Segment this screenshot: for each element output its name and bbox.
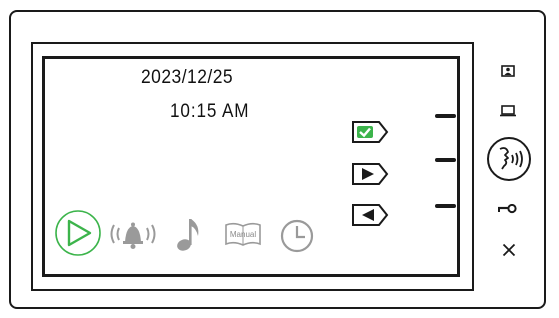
display-screen: 2023/12/25 10:15 AM Manual [42,56,460,277]
manual-book-icon: Manual [225,222,261,246]
manual-menu-item[interactable]: Manual [223,221,263,249]
softkey-button-2[interactable] [435,158,456,162]
camera-monitor-icon [501,65,515,77]
monitor-icon [500,105,516,117]
confirm-softkey-label[interactable] [351,120,389,144]
softkey-button-3[interactable] [435,204,456,208]
screen-bezel: 2023/12/25 10:15 AM Manual [31,42,474,291]
time-display: 10:15 AM [170,101,250,122]
music-menu-item[interactable] [174,214,204,254]
prev-softkey-label[interactable] [351,203,389,227]
softkey-button-1[interactable] [435,114,456,118]
monitor-button[interactable] [499,104,517,122]
key-icon [498,203,517,214]
talk-button[interactable] [486,136,532,187]
clock-menu-item[interactable] [279,218,315,254]
bell-ringing-icon [110,222,156,249]
camera-monitor-button[interactable] [501,64,515,82]
intercom-device: 2023/12/25 10:15 AM Manual [9,10,546,309]
manual-label: Manual [230,230,256,239]
right-arrow-icon [352,163,389,185]
check-icon [352,121,389,143]
ringtone-menu-item[interactable] [105,217,161,251]
close-icon [502,243,516,257]
left-arrow-icon [352,204,389,226]
date-display: 2023/12/25 [141,67,234,88]
door-release-button[interactable] [497,201,517,219]
next-softkey-label[interactable] [351,162,389,186]
music-note-icon [177,219,199,251]
close-button[interactable] [502,243,516,262]
talk-icon [487,137,531,181]
play-icon [55,210,101,256]
clock-icon [280,219,314,253]
play-menu-item[interactable] [54,209,102,257]
